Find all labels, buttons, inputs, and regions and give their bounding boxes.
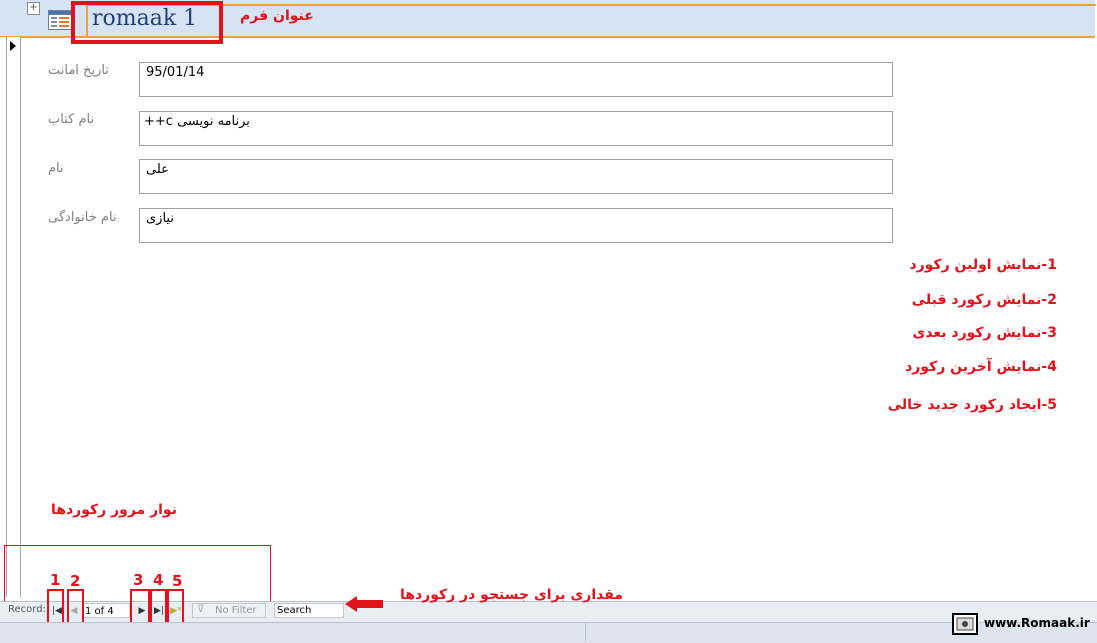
note-new-record: 5-ایجاد رکورد جدید خالی bbox=[887, 397, 1057, 413]
nav-number-2: 2 bbox=[70, 572, 81, 590]
record-selector-divider bbox=[6, 37, 7, 597]
no-filter-button[interactable]: ⊽ No Filter bbox=[192, 603, 266, 618]
no-filter-label: No Filter bbox=[215, 605, 257, 616]
field-label-first-name: نام bbox=[48, 161, 64, 176]
search-input[interactable]: Search bbox=[274, 603, 344, 618]
search-annotation: مقداری برای جستجو در رکوردها bbox=[400, 587, 623, 603]
field-label-loan-date: تاریخ امانت bbox=[48, 63, 109, 78]
title-highlight-box bbox=[71, 1, 223, 44]
status-bar bbox=[0, 622, 1097, 643]
filter-icon: ⊽ bbox=[197, 604, 205, 615]
title-annotation: عنوان فرم bbox=[240, 8, 314, 24]
field-label-last-name: نام خانوادگی bbox=[48, 210, 117, 225]
current-record-input[interactable]: 1 of 4 bbox=[82, 603, 130, 618]
nav-number-5: 5 bbox=[172, 572, 183, 590]
note-last-record: 4-نمایش آخرین رکورد bbox=[905, 359, 1057, 375]
nav-number-3: 3 bbox=[133, 571, 144, 589]
site-url: www.Romaak.ir bbox=[984, 616, 1090, 630]
note-previous-record: 2-نمایش رکورد قبلی bbox=[911, 292, 1057, 308]
field-last-name[interactable]: نیازی bbox=[139, 208, 893, 243]
nav-bar-annotation: نوار مرور رکوردها bbox=[51, 502, 177, 518]
record-selector[interactable] bbox=[0, 37, 21, 597]
form-header-frame bbox=[86, 4, 1096, 36]
note-next-record: 3-نمایش رکورد بعدی bbox=[912, 325, 1057, 341]
field-first-name[interactable]: علی bbox=[139, 159, 893, 194]
record-label: Record: bbox=[8, 604, 46, 615]
nav-number-4: 4 bbox=[153, 571, 164, 589]
form-icon bbox=[48, 10, 72, 30]
field-loan-date[interactable]: 95/01/14 bbox=[139, 62, 893, 97]
field-book-name[interactable]: برنامه نویسی c++ bbox=[139, 111, 893, 146]
arrow-left-icon bbox=[345, 596, 383, 612]
status-bar-divider bbox=[585, 622, 586, 642]
field-label-book-name: نام کتاب bbox=[48, 112, 95, 127]
expand-icon[interactable]: + bbox=[27, 2, 40, 15]
field-book-name-value: برنامه نویسی c++ bbox=[144, 114, 250, 129]
nav-number-1: 1 bbox=[50, 571, 61, 589]
current-record-arrow-icon bbox=[10, 41, 16, 51]
romaak-logo-icon bbox=[952, 613, 978, 635]
note-first-record: 1-نمایش اولین رکورد bbox=[909, 257, 1057, 273]
